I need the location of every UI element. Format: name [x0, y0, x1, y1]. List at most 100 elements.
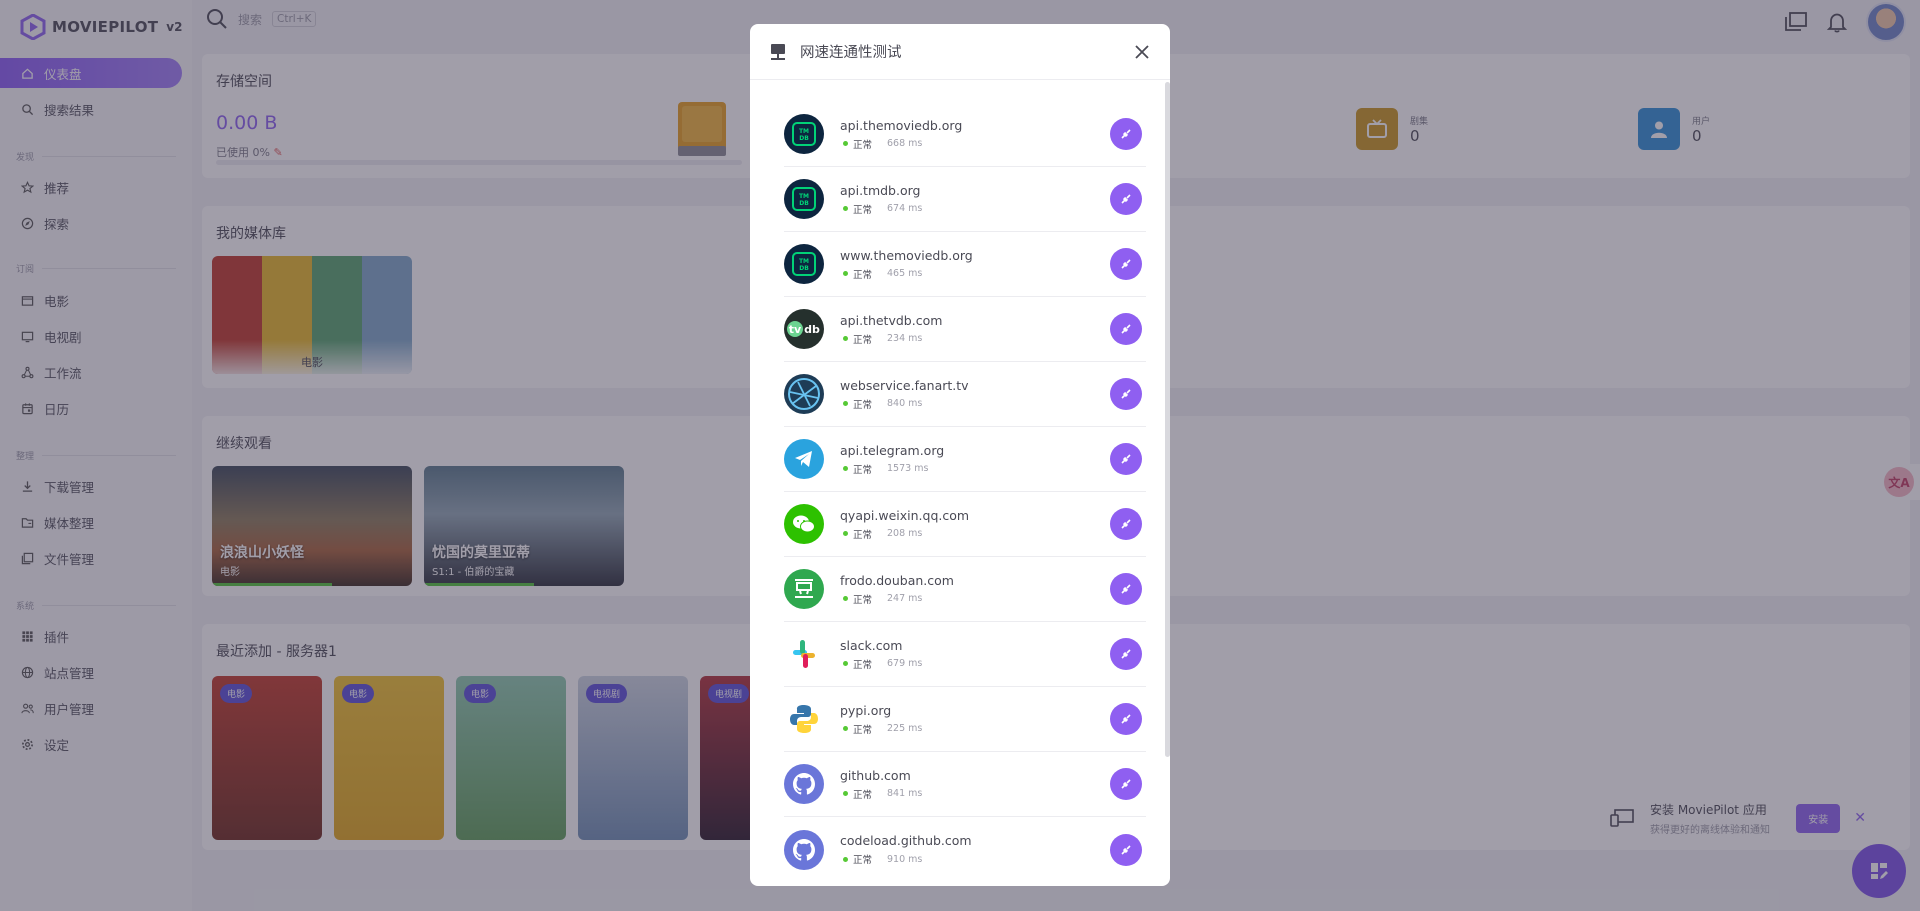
dialog-header: 网速连通性测试	[750, 24, 1170, 80]
test-connection-button[interactable]	[1110, 573, 1142, 605]
plug-icon	[1121, 844, 1131, 855]
latency: 679 ms	[887, 658, 923, 669]
plug-icon	[1121, 714, 1131, 724]
test-connection-button[interactable]	[1110, 703, 1142, 735]
host-name: api.thetvdb.com	[840, 312, 943, 328]
list-item: frodo.douban.com 正常 247 ms	[784, 557, 1146, 622]
latency: 208 ms	[887, 528, 923, 539]
status-text: 正常	[853, 855, 873, 866]
plug-icon	[1121, 649, 1131, 659]
tmdb-logo-icon: TM DB	[784, 179, 824, 219]
svg-text:DB: DB	[799, 200, 809, 207]
status-dot	[843, 856, 848, 862]
github-logo-icon	[784, 829, 824, 870]
latency: 910 ms	[887, 853, 923, 865]
list-item: slack.com 正常 679 ms	[784, 622, 1146, 687]
douban-logo-icon	[784, 569, 824, 609]
status-dot	[843, 726, 848, 731]
plug-icon	[1121, 324, 1131, 334]
test-connection-button[interactable]	[1110, 378, 1142, 410]
close-button[interactable]	[1132, 42, 1152, 62]
plug-icon	[1121, 129, 1131, 139]
latency: 1573 ms	[887, 463, 929, 474]
status-text: 正常	[853, 594, 873, 606]
list-item: TM DB api.themoviedb.org 正常 668 ms	[784, 102, 1146, 167]
telegram-logo-icon	[784, 439, 824, 479]
status-text: 正常	[853, 399, 873, 411]
list-item: github.com 正常 841 ms	[784, 752, 1146, 817]
github-logo-icon	[784, 764, 824, 804]
latency: 234 ms	[887, 333, 923, 344]
test-connection-button[interactable]	[1110, 248, 1142, 280]
status-text: 正常	[853, 139, 873, 151]
plug-icon	[1121, 584, 1131, 594]
slack-logo-icon	[784, 634, 824, 674]
test-connection-button[interactable]	[1110, 638, 1142, 670]
status-text: 正常	[853, 269, 873, 281]
wechat-logo-icon	[784, 504, 824, 544]
host-name: qyapi.weixin.qq.com	[840, 507, 970, 523]
test-connection-button[interactable]	[1110, 118, 1142, 150]
latency: 674 ms	[887, 203, 923, 214]
host-name: api.themoviedb.org	[840, 117, 963, 133]
host-name: codeload.github.com	[840, 833, 972, 848]
status-text: 正常	[853, 659, 873, 671]
latency: 668 ms	[887, 138, 923, 149]
test-connection-button[interactable]	[1110, 508, 1142, 540]
tmdb-logo-icon: TM DB	[784, 114, 824, 154]
status-dot	[843, 791, 848, 796]
test-connection-button[interactable]	[1110, 443, 1142, 475]
status-dot	[843, 141, 848, 146]
status-text: 正常	[853, 789, 873, 801]
close-icon	[1135, 44, 1149, 59]
list-item: TM DB www.themoviedb.org 正常 465 ms	[784, 232, 1146, 297]
list-item: qyapi.weixin.qq.com 正常 208 ms	[784, 492, 1146, 557]
status-text: 正常	[853, 204, 873, 216]
status-dot	[843, 531, 848, 536]
svg-text:TM: TM	[799, 258, 809, 265]
list-item: api.telegram.org 正常 1573 ms	[784, 427, 1146, 492]
python-logo-icon	[784, 699, 824, 739]
host-name: frodo.douban.com	[840, 572, 954, 588]
svg-text:TM: TM	[799, 193, 809, 200]
latency: 841 ms	[887, 788, 923, 799]
plug-icon	[1121, 259, 1131, 269]
latency: 840 ms	[887, 398, 923, 409]
connectivity-list: TM DB api.themoviedb.org 正常 668 ms TM DB api…	[750, 80, 1170, 886]
status-dot	[843, 271, 848, 276]
svg-text:DB: DB	[799, 265, 809, 272]
plug-icon	[1121, 454, 1131, 464]
host-name: api.tmdb.org	[840, 182, 921, 198]
status-text: 正常	[853, 464, 873, 476]
plug-icon	[1121, 519, 1131, 529]
status-dot	[843, 661, 848, 666]
test-connection-button[interactable]	[1110, 183, 1142, 215]
network-test-dialog: 网速连通性测试 TM DB api.themoviedb.org 正常 668 ms …	[750, 24, 1170, 886]
test-connection-button[interactable]	[1110, 768, 1142, 800]
latency: 247 ms	[887, 593, 923, 604]
host-name: www.themoviedb.org	[840, 247, 973, 263]
network-icon	[771, 43, 785, 60]
svg-text:tv: tv	[789, 323, 802, 336]
test-connection-button[interactable]	[1110, 313, 1142, 345]
status-dot	[843, 466, 848, 471]
svg-text:db: db	[804, 323, 820, 336]
status-dot	[843, 206, 848, 211]
host-name: github.com	[840, 767, 911, 783]
status-text: 正常	[853, 724, 873, 736]
status-text: 正常	[853, 334, 873, 346]
fanart-logo-icon	[784, 374, 824, 414]
plug-icon	[1121, 389, 1131, 399]
host-name: pypi.org	[840, 702, 892, 718]
plug-icon	[1121, 194, 1131, 204]
list-item: pypi.org 正常 225 ms	[784, 687, 1146, 752]
status-dot	[843, 336, 848, 341]
tvdb-logo-icon: tv db	[784, 309, 824, 349]
host-name: webservice.fanart.tv	[840, 377, 969, 393]
status-dot	[843, 401, 848, 406]
status-text: 正常	[853, 529, 873, 541]
list-item: webservice.fanart.tv 正常 840 ms	[784, 362, 1146, 427]
test-connection-button[interactable]	[1110, 833, 1142, 866]
host-name: slack.com	[840, 637, 903, 653]
status-dot	[843, 596, 848, 601]
